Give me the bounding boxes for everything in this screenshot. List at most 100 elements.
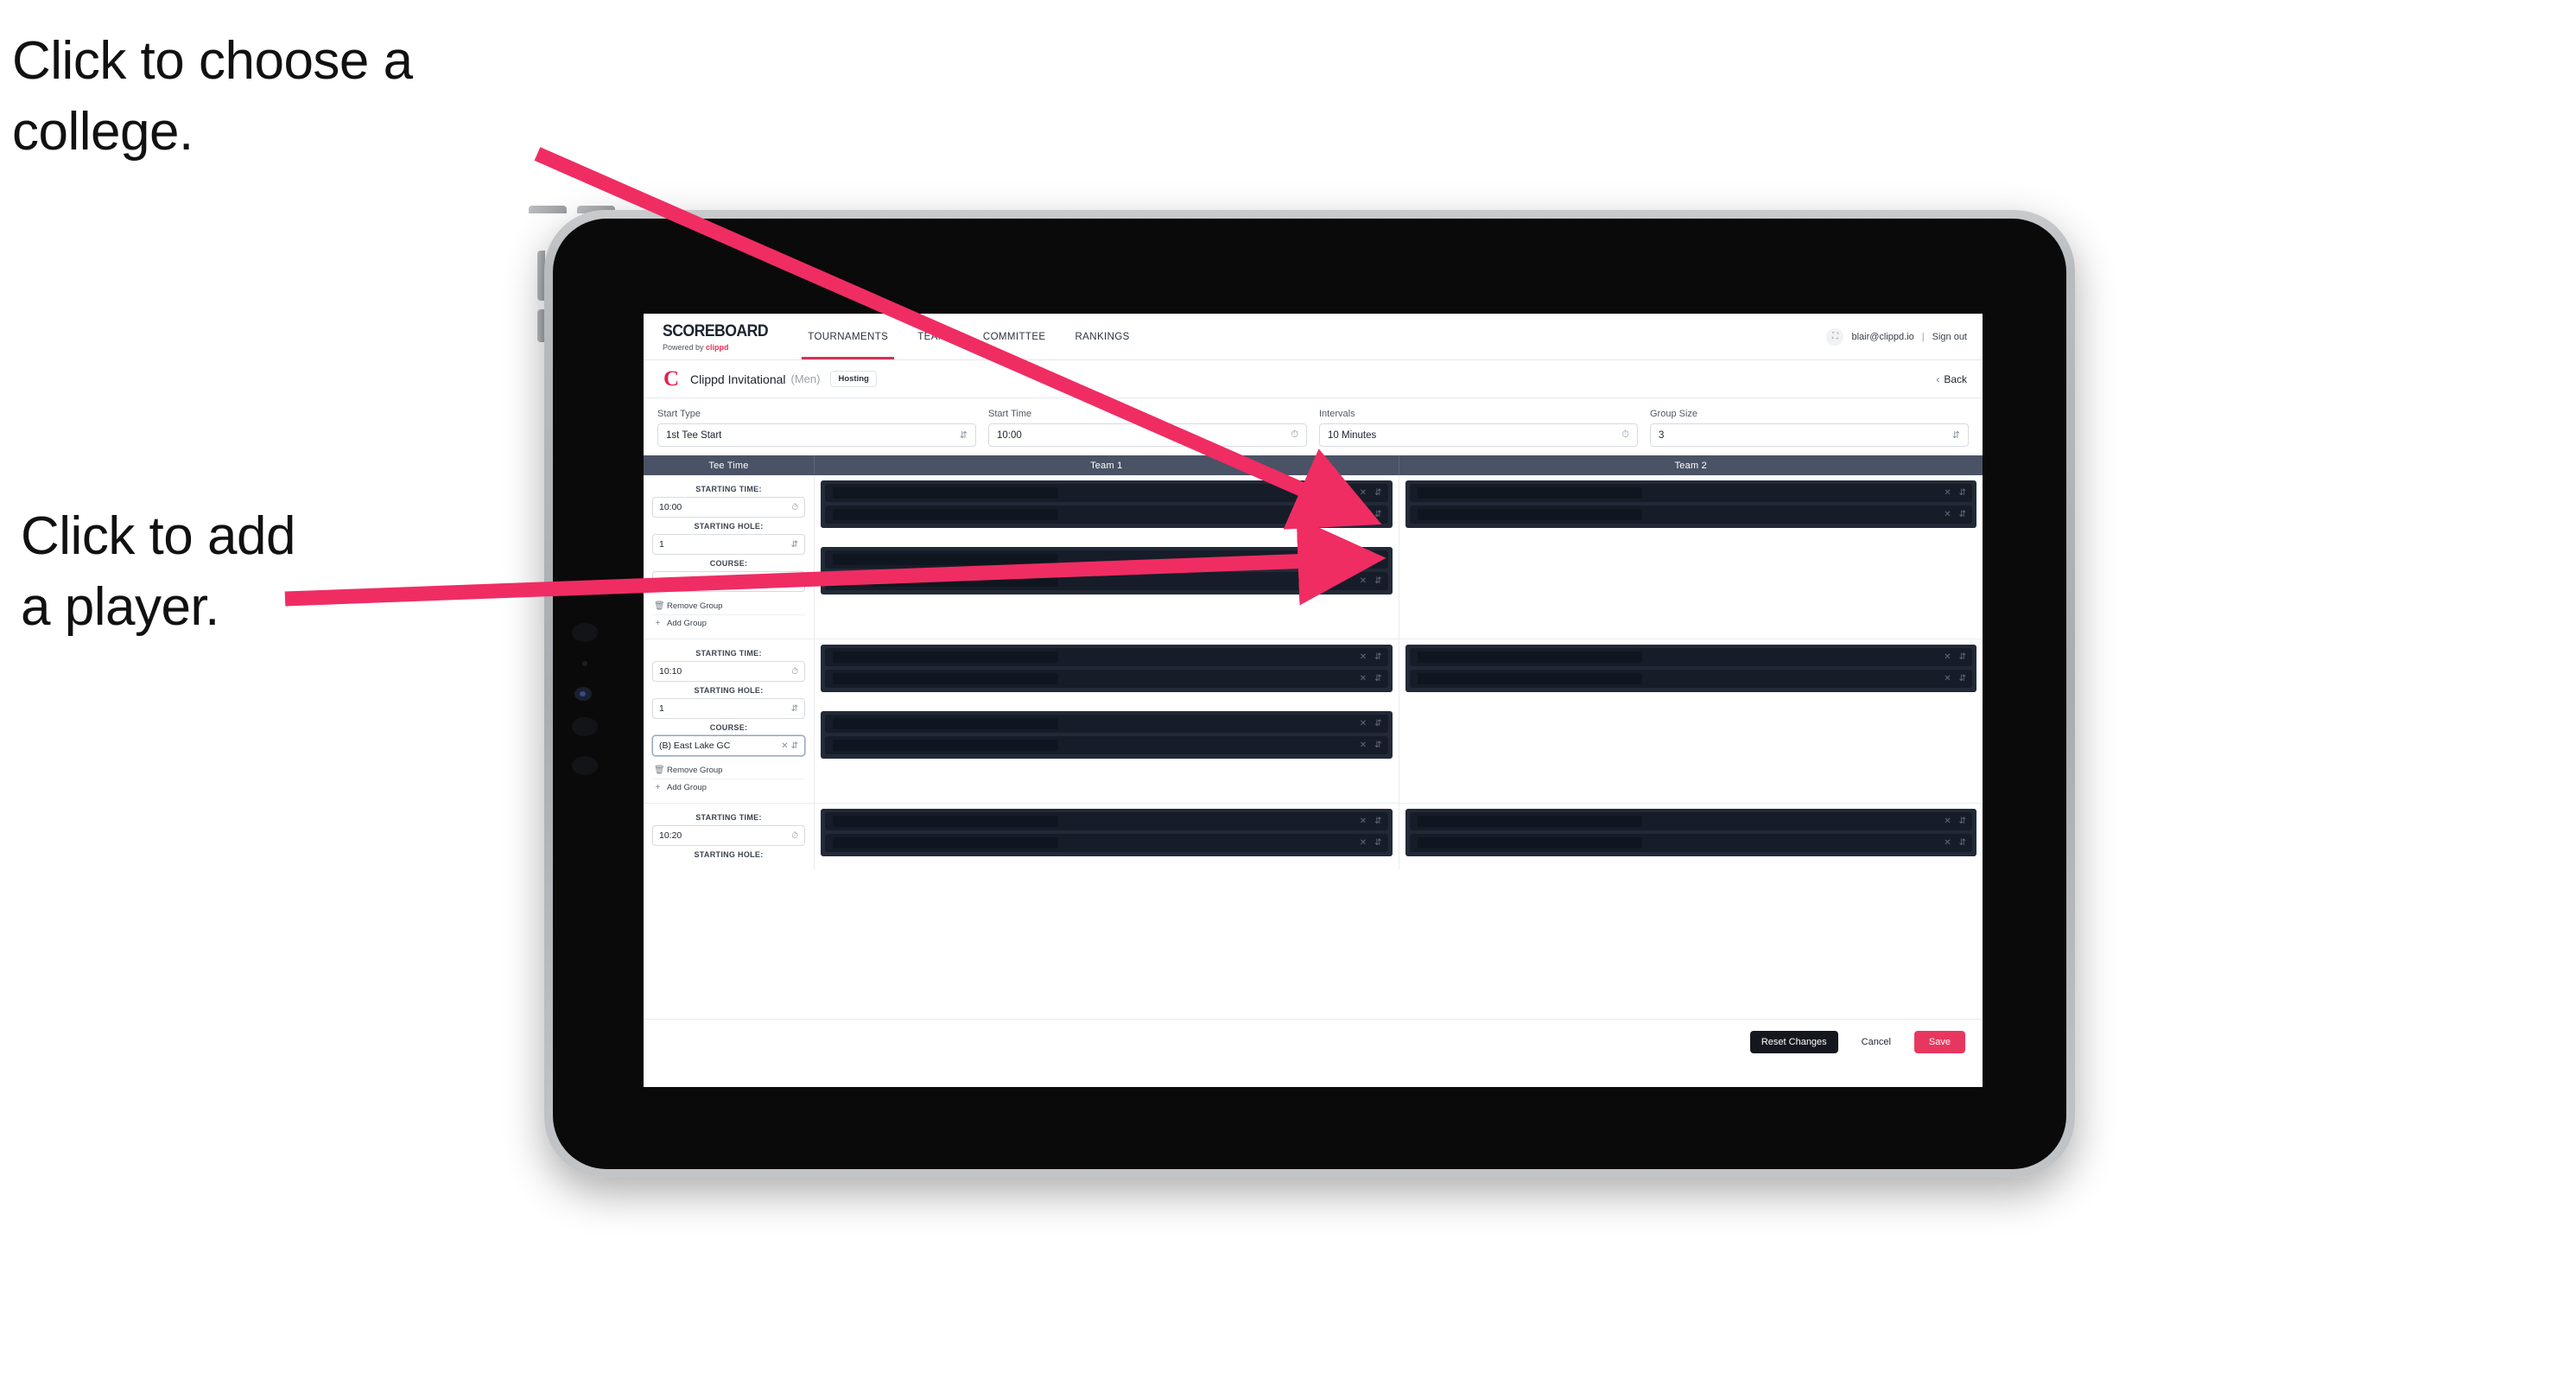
back-button[interactable]: ‹ Back: [1936, 373, 1967, 385]
close-icon[interactable]: ✕: [1360, 652, 1367, 662]
user-badge-icon[interactable]: ⛶: [1826, 327, 1844, 346]
stepper-icon[interactable]: ⇵: [791, 540, 798, 550]
player-row[interactable]: ✕ ⇵: [825, 572, 1388, 590]
clock-icon[interactable]: ⏱: [1621, 429, 1629, 441]
add-group-button-1[interactable]: + Add Group: [652, 615, 805, 632]
stepper-icon[interactable]: ⇵: [1959, 510, 1966, 519]
player-row[interactable]: ✕ ⇵: [1409, 505, 1972, 524]
stepper-icon[interactable]: ⇵: [1959, 652, 1966, 662]
stepper-icon[interactable]: ⇵: [1374, 652, 1381, 662]
stepper-icon[interactable]: ⇵: [1374, 838, 1381, 848]
player-row[interactable]: ✕ ⇵: [825, 736, 1388, 754]
close-icon[interactable]: ✕: [1944, 510, 1951, 519]
stepper-icon[interactable]: ⇵: [1952, 429, 1960, 441]
remove-group-button-1[interactable]: 🗑 Remove Group: [652, 598, 805, 615]
starting-hole-stepper-1[interactable]: 1 ⇵: [652, 534, 805, 555]
player-row[interactable]: ✕ ⇵: [825, 505, 1388, 524]
close-icon[interactable]: ✕: [1360, 488, 1367, 498]
starting-time-input-1[interactable]: 10:00 ⏱: [652, 497, 805, 518]
stepper-icon[interactable]: ⇵: [1374, 719, 1381, 728]
stepper-icon[interactable]: ⇵: [1374, 488, 1381, 498]
stepper-icon[interactable]: ⇵: [791, 704, 798, 714]
stepper-icon[interactable]: ⇵: [1959, 838, 1966, 848]
account-email: blair@clippd.io: [1851, 331, 1914, 342]
player-row[interactable]: ✕ ⇵: [825, 648, 1388, 666]
player-row[interactable]: ✕ ⇵: [1409, 812, 1972, 830]
player-row[interactable]: ✕ ⇵: [825, 834, 1388, 852]
stepper-icon[interactable]: ⇵: [960, 429, 968, 441]
stepper-icon[interactable]: ⇵: [1374, 555, 1381, 564]
remove-group-button-2[interactable]: 🗑 Remove Group: [652, 762, 805, 779]
player-row[interactable]: ✕ ⇵: [825, 715, 1388, 733]
tee-sheet-table-body[interactable]: STARTING TIME: 10:00 ⏱ STARTING HOLE: 1 …: [644, 475, 1983, 1020]
nav-item-tournaments[interactable]: TOURNAMENTS: [793, 314, 903, 359]
tablet-screen: SCOREBOARD Powered by clippd TOURNAMENTS…: [553, 219, 2066, 1169]
save-button[interactable]: Save: [1913, 1031, 1965, 1053]
stepper-icon[interactable]: ⇵: [791, 577, 798, 587]
clock-icon[interactable]: ⏱: [791, 667, 798, 677]
player-row[interactable]: ✕ ⇵: [1409, 670, 1972, 688]
close-icon[interactable]: ✕: [1360, 817, 1367, 826]
close-icon[interactable]: ✕: [1944, 817, 1951, 826]
clock-icon[interactable]: ⏱: [791, 503, 798, 512]
player-row[interactable]: ✕ ⇵: [825, 670, 1388, 688]
player-row[interactable]: ✕ ⇵: [1409, 648, 1972, 666]
nav-item-rankings[interactable]: RANKINGS: [1060, 314, 1144, 359]
stepper-icon[interactable]: ⇵: [1959, 674, 1966, 683]
close-icon[interactable]: ✕: [781, 741, 788, 751]
close-icon[interactable]: ✕: [1944, 838, 1951, 848]
group-size-stepper[interactable]: 3 ⇵: [1650, 423, 1969, 447]
player-group-block: ✕ ⇵ ✕ ⇵: [821, 711, 1393, 759]
close-icon[interactable]: ✕: [1360, 741, 1367, 750]
starting-time-input-2[interactable]: 10:10 ⏱: [652, 661, 805, 682]
brand-tagline-prefix: Powered by: [663, 342, 707, 352]
player-row[interactable]: ✕ ⇵: [825, 550, 1388, 569]
course-select-2[interactable]: (B) East Lake GC ✕ ⇵: [652, 735, 805, 756]
starting-time-label: STARTING TIME:: [695, 649, 762, 658]
start-time-input[interactable]: 10:00 ⏱: [988, 423, 1307, 447]
close-icon[interactable]: ✕: [1360, 510, 1367, 519]
player-row[interactable]: ✕ ⇵: [1409, 834, 1972, 852]
starting-time-input-3[interactable]: 10:20 ⏱: [652, 825, 805, 846]
cancel-button[interactable]: Cancel: [1850, 1031, 1902, 1053]
close-icon[interactable]: ✕: [1944, 652, 1951, 662]
brand-tagline: Powered by clippd: [663, 343, 776, 352]
player-name-redacted: [1417, 509, 1643, 520]
clock-icon[interactable]: ⏱: [1291, 429, 1298, 441]
close-icon[interactable]: ✕: [1360, 719, 1367, 728]
sign-out-link[interactable]: Sign out: [1932, 332, 1967, 342]
stepper-icon[interactable]: ⇵: [1374, 817, 1381, 826]
clock-icon[interactable]: ⏱: [791, 831, 798, 841]
column-header-tee-time: Tee Time: [644, 455, 815, 475]
course-select-1[interactable]: (A) Peachtree GC ✕ ⇵: [652, 571, 805, 592]
add-group-button-2[interactable]: + Add Group: [652, 779, 805, 796]
player-group-block: ✕ ⇵ ✕ ⇵: [1405, 809, 1976, 856]
close-icon[interactable]: ✕: [1944, 488, 1951, 498]
stepper-icon[interactable]: ⇵: [1374, 510, 1381, 519]
tournament-name: Clippd Invitational: [690, 372, 786, 386]
close-icon[interactable]: ✕: [1360, 555, 1367, 564]
player-row[interactable]: ✕ ⇵: [1409, 484, 1972, 502]
group-size-label: Group Size: [1650, 409, 1698, 419]
nav-item-committee[interactable]: COMMITTEE: [968, 314, 1061, 359]
close-icon[interactable]: ✕: [1944, 674, 1951, 683]
reset-changes-button[interactable]: Reset Changes: [1749, 1031, 1838, 1053]
stepper-icon[interactable]: ⇵: [1959, 817, 1966, 826]
start-type-select[interactable]: 1st Tee Start ⇵: [657, 423, 976, 447]
stepper-icon[interactable]: ⇵: [1374, 741, 1381, 750]
intervals-input[interactable]: 10 Minutes ⏱: [1319, 423, 1638, 447]
stepper-icon[interactable]: ⇵: [791, 741, 798, 751]
starting-hole-stepper-2[interactable]: 1 ⇵: [652, 698, 805, 719]
close-icon[interactable]: ✕: [1360, 674, 1367, 683]
brand-logo[interactable]: SCOREBOARD Powered by clippd: [644, 314, 793, 359]
close-icon[interactable]: ✕: [1360, 576, 1367, 586]
nav-item-teams[interactable]: TEAMS: [903, 314, 968, 359]
player-row[interactable]: ✕ ⇵: [825, 484, 1388, 502]
close-icon[interactable]: ✕: [1360, 838, 1367, 848]
stepper-icon[interactable]: ⇵: [1374, 674, 1381, 683]
player-row[interactable]: ✕ ⇵: [825, 812, 1388, 830]
close-icon[interactable]: ✕: [781, 577, 788, 587]
stepper-icon[interactable]: ⇵: [1959, 488, 1966, 498]
player-group-block: ✕ ⇵ ✕ ⇵: [821, 547, 1393, 594]
stepper-icon[interactable]: ⇵: [1374, 576, 1381, 586]
